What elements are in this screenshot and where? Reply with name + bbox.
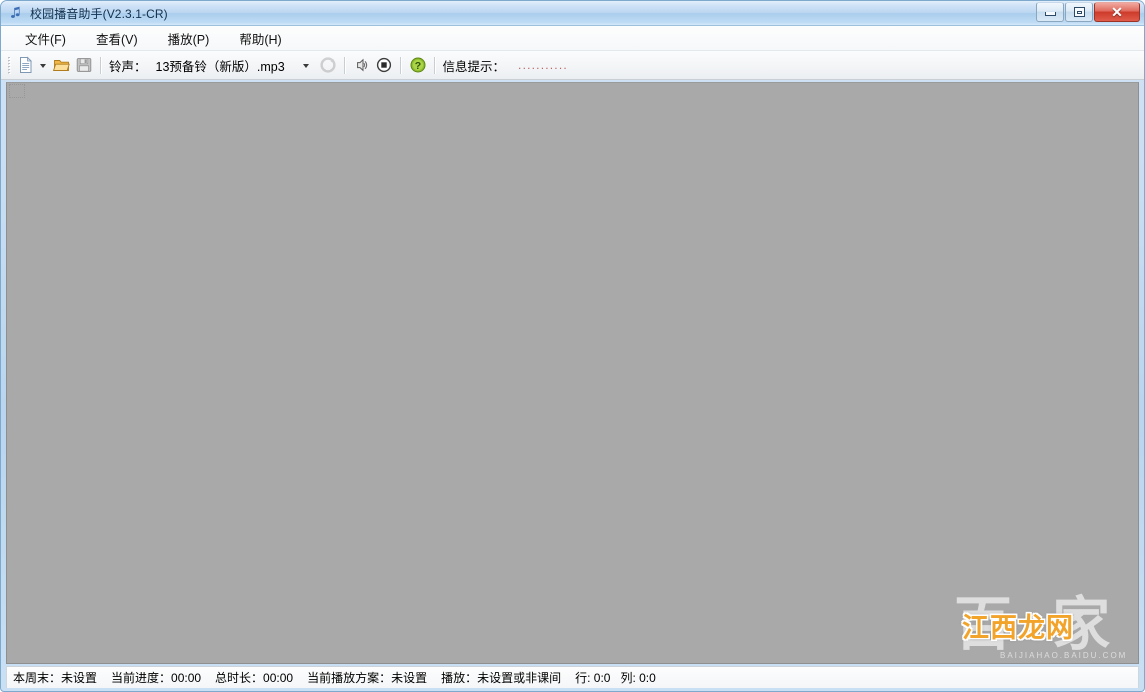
watermark-main-text: 江西龙网 bbox=[962, 613, 1074, 643]
status-weekend: 本周末：未设置 bbox=[13, 671, 98, 685]
open-file-button[interactable] bbox=[51, 54, 73, 77]
new-document-button[interactable] bbox=[15, 54, 37, 77]
title-bar[interactable]: 校园播音助手(V2.3.1-CR) ✕ bbox=[1, 1, 1144, 26]
play-sound-button[interactable] bbox=[351, 54, 373, 77]
toolbar-grip[interactable] bbox=[8, 56, 11, 74]
refresh-button[interactable] bbox=[317, 54, 339, 77]
close-button[interactable]: ✕ bbox=[1094, 2, 1140, 22]
status-bar: 本周末：未设置 当前进度：00:00 总时长：00:00 当前播放方案：未设置 … bbox=[6, 666, 1139, 688]
stop-button[interactable] bbox=[373, 54, 395, 77]
ringtone-select[interactable]: 13预备铃（新版）.mp3 bbox=[152, 54, 317, 76]
toolbar-separator-1 bbox=[100, 56, 102, 74]
menu-view[interactable]: 查看(V) bbox=[85, 26, 149, 51]
app-window: 校园播音助手(V2.3.1-CR) ✕ 文件(F) 查看(V) 播放(P) 帮助… bbox=[0, 0, 1145, 692]
content-canvas[interactable]: 百 家 BAIJIAHAO.BAIDU.COM 江西龙网 bbox=[7, 83, 1138, 663]
close-icon: ✕ bbox=[1111, 4, 1123, 20]
new-document-icon bbox=[20, 56, 32, 73]
menu-bar: 文件(F) 查看(V) 播放(P) 帮助(H) bbox=[1, 26, 1144, 51]
watermark-subtext: BAIJIAHAO.BAIDU.COM bbox=[1000, 651, 1128, 660]
toolbar-separator-2 bbox=[343, 56, 346, 74]
status-scheme: 当前播放方案：未设置 bbox=[307, 671, 428, 685]
document-corner-marker bbox=[9, 84, 25, 98]
stop-button-icon bbox=[376, 57, 391, 73]
watermark: 百 家 BAIJIAHAO.BAIDU.COM 江西龙网 bbox=[948, 591, 1138, 663]
info-tip-value: ........... bbox=[518, 58, 568, 72]
status-playstate: 播放：未设置或非课间 bbox=[441, 671, 562, 685]
menu-help[interactable]: 帮助(H) bbox=[228, 26, 292, 51]
window-controls: ✕ bbox=[1035, 2, 1140, 22]
window-title: 校园播音助手(V2.3.1-CR) bbox=[30, 6, 168, 21]
status-col: 列: 0:0 bbox=[620, 671, 656, 685]
ringtone-label: 铃声： bbox=[109, 59, 147, 74]
menu-play[interactable]: 播放(P) bbox=[157, 26, 221, 51]
toolbar-separator-3 bbox=[399, 56, 402, 74]
watermark-logo: 百 家 bbox=[954, 591, 1121, 658]
toolbar: 铃声： 13预备铃（新版）.mp3 ? 信息提示： ........... bbox=[1, 51, 1144, 80]
ringtone-value: 13预备铃（新版）.mp3 bbox=[155, 59, 285, 74]
status-duration: 总时长：00:00 bbox=[215, 671, 294, 685]
status-progress: 当前进度：00:00 bbox=[111, 671, 202, 685]
status-row: 行: 0:0 bbox=[575, 671, 611, 685]
save-disk-icon bbox=[76, 58, 92, 72]
help-button[interactable]: ? bbox=[407, 54, 429, 77]
content-area[interactable]: 百 家 BAIJIAHAO.BAIDU.COM 江西龙网 bbox=[6, 82, 1139, 664]
chevron-down-icon[interactable] bbox=[302, 64, 309, 68]
menu-file[interactable]: 文件(F) bbox=[14, 26, 77, 51]
svg-text:?: ? bbox=[414, 60, 420, 72]
maximize-button[interactable] bbox=[1065, 2, 1093, 22]
play-sound-icon bbox=[356, 58, 367, 72]
maximize-icon bbox=[1073, 7, 1085, 17]
save-button[interactable] bbox=[73, 54, 95, 77]
info-tip-label: 信息提示： bbox=[442, 59, 506, 74]
toolbar-separator-4 bbox=[433, 56, 436, 74]
refresh-circle-icon bbox=[319, 57, 336, 73]
help-question-icon: ? bbox=[410, 57, 426, 73]
music-note-icon bbox=[8, 5, 24, 21]
new-document-dropdown-arrow[interactable] bbox=[40, 64, 46, 68]
minimize-icon bbox=[1044, 12, 1056, 16]
minimize-button[interactable] bbox=[1036, 2, 1064, 22]
open-folder-icon bbox=[53, 60, 70, 71]
